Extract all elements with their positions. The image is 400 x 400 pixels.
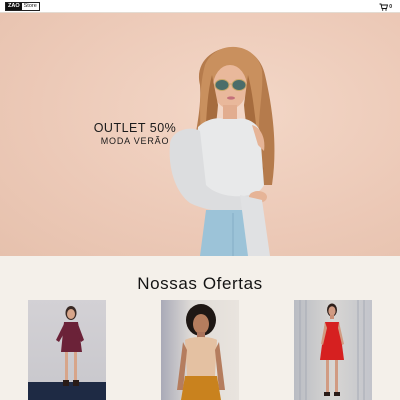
product-image-3 [299,300,365,400]
hero-headline: OUTLET 50% [93,121,177,135]
store-logo[interactable]: ZAO Store [5,2,40,11]
logo-mark: ZAO [6,3,22,10]
logo-text: Store [23,3,37,9]
cart-icon [379,3,389,11]
product-image-2 [177,304,225,400]
cart-count: 0 [389,3,392,10]
product-card-1[interactable] [28,300,106,400]
product-card-2[interactable] [161,300,239,400]
hero-banner[interactable]: OUTLET 50% MODA VERÃO [0,13,400,256]
hero-subheadline: MODA VERÃO [100,136,170,146]
top-navigation-bar: ZAO Store 0 [0,0,400,13]
cart-button[interactable]: 0 [379,2,392,11]
product-image-1 [28,306,106,400]
product-card-3[interactable] [294,300,372,400]
offers-section-title: Nossas Ofertas [137,274,263,293]
hero-promo-text: OUTLET 50% MODA VERÃO [90,121,180,147]
